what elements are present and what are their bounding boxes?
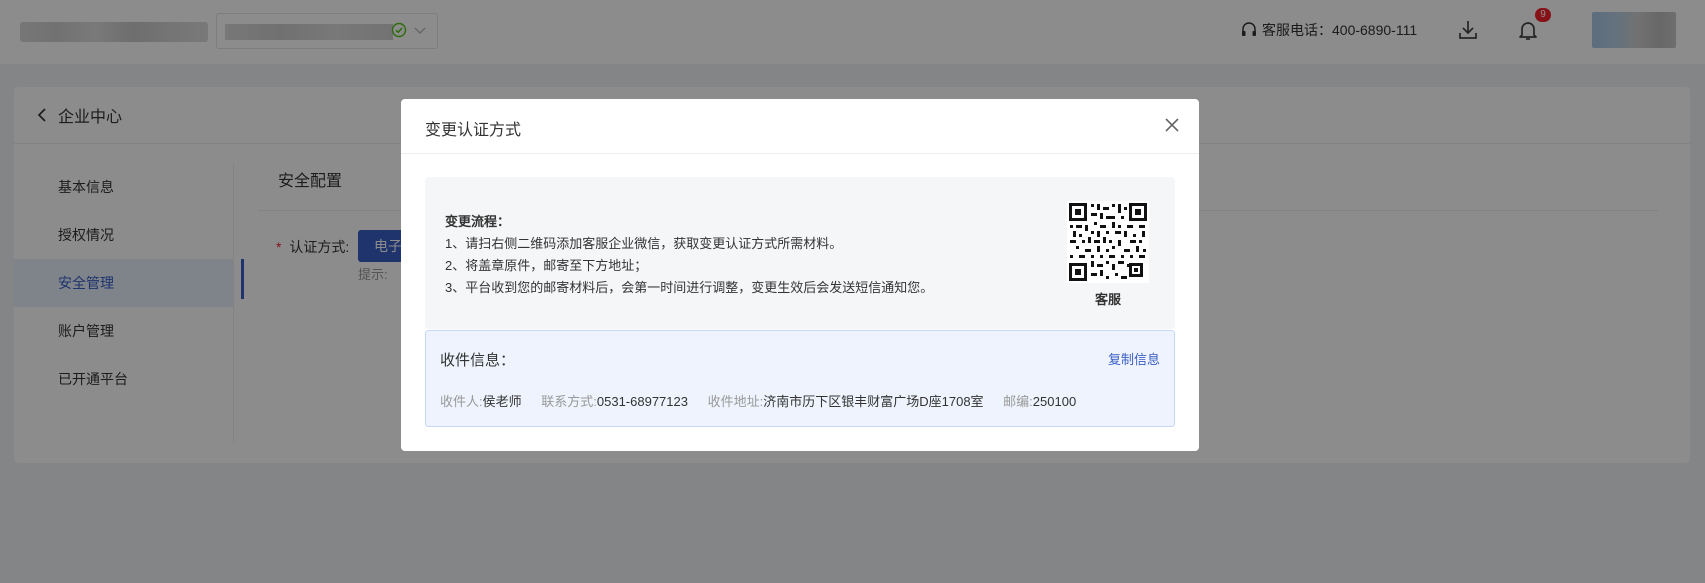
recipient-phone: 0531-68977123 — [596, 394, 688, 409]
change-auth-modal: 变更认证方式 变更流程： 1、请扫右侧二维码添加客服企业微信，获取变更认证方式所… — [401, 99, 1199, 451]
recipient-info-panel: 收件信息： 复制信息 收件人:侯老师 联系方式:0531-68977123 收件… — [425, 330, 1175, 427]
recipient-address-label: 收件地址: — [707, 394, 764, 409]
wechat-qr-code — [1067, 201, 1149, 283]
copy-info-link[interactable]: 复制信息 — [1108, 349, 1160, 368]
recipient-title: 收件信息： — [440, 352, 516, 369]
recipient-phone-label: 联系方式: — [541, 394, 597, 409]
recipient-zip: 250100 — [1032, 394, 1077, 409]
process-step: 1、请扫右侧二维码添加客服企业微信，获取变更认证方式所需材料。 — [445, 236, 843, 251]
recipient-name: 侯老师 — [482, 394, 522, 409]
qr-caption: 客服 — [1094, 292, 1121, 307]
process-title: 变更流程： — [445, 214, 511, 229]
process-step: 3、平台收到您的邮寄材料后，会第一时间进行调整，变更生效后会发送短信通知您。 — [445, 280, 934, 295]
recipient-details: 收件人:侯老师 联系方式:0531-68977123 收件地址:济南市历下区银丰… — [440, 391, 1092, 410]
modal-header: 变更认证方式 — [401, 99, 1199, 154]
process-panel: 变更流程： 1、请扫右侧二维码添加客服企业微信，获取变更认证方式所需材料。 2、… — [425, 177, 1175, 329]
close-icon[interactable] — [1164, 117, 1180, 133]
recipient-zip-label: 邮编: — [1003, 394, 1033, 409]
recipient-address: 济南市历下区银丰财富广场D座1708室 — [763, 394, 984, 409]
process-step: 2、将盖章原件，邮寄至下方地址； — [445, 258, 648, 273]
modal-title: 变更认证方式 — [425, 122, 522, 139]
recipient-name-label: 收件人: — [440, 394, 483, 409]
